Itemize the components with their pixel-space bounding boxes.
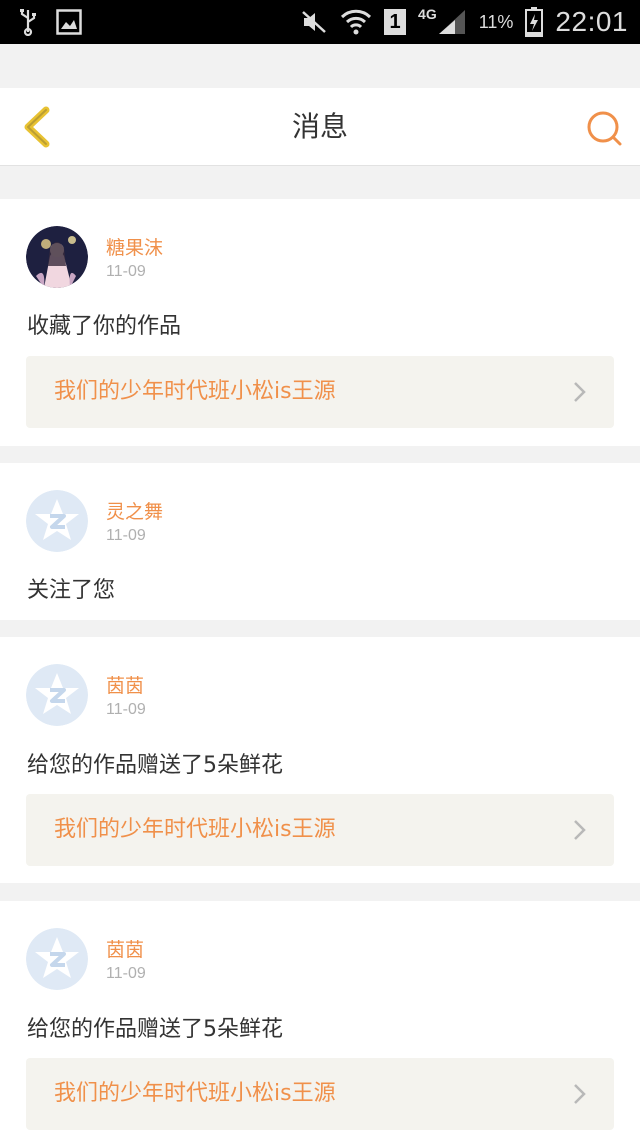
chevron-right-icon (574, 1084, 586, 1104)
work-title: 我们的少年时代班小松is王源 (54, 817, 336, 842)
message-date: 11-09 (106, 527, 146, 544)
username[interactable]: 茵茵 (106, 935, 144, 962)
message-action: 给您的作品赠送了5朵鲜花 (27, 1017, 283, 1042)
chevron-right-icon (574, 382, 586, 402)
work-link[interactable]: 我们的少年时代班小松is王源 (26, 794, 614, 866)
clock: 22:01 (555, 6, 628, 37)
username[interactable]: 灵之舞 (106, 497, 163, 524)
battery-percent: 11% (478, 11, 514, 32)
message-card: 茵茵 11-09 给您的作品赠送了5朵鲜花 我们的少年时代班小松is王源 (0, 901, 640, 1138)
work-title: 我们的少年时代班小松is王源 (54, 379, 336, 404)
message-date: 11-09 (106, 263, 146, 280)
message-card: 灵之舞 11-09 关注了您 (0, 463, 640, 620)
default-avatar-icon[interactable] (26, 928, 88, 990)
message-date: 11-09 (106, 965, 146, 982)
default-avatar-icon[interactable] (26, 664, 88, 726)
mute-icon (300, 9, 328, 35)
message-action: 收藏了你的作品 (27, 314, 182, 339)
wifi-icon (340, 8, 372, 36)
chevron-right-icon (574, 820, 586, 840)
message-action: 给您的作品赠送了5朵鲜花 (27, 753, 283, 778)
message-date: 11-09 (106, 701, 146, 718)
network-type: 4G (418, 6, 437, 22)
sim-slot-indicator: 1 (384, 9, 407, 35)
work-title: 我们的少年时代班小松is王源 (54, 1081, 336, 1106)
work-link[interactable]: 我们的少年时代班小松is王源 (26, 1058, 614, 1130)
signal-icon (437, 8, 467, 36)
search-icon[interactable] (582, 106, 626, 150)
message-card: 茵茵 11-09 给您的作品赠送了5朵鲜花 我们的少年时代班小松is王源 (0, 637, 640, 883)
gallery-icon (56, 9, 82, 35)
avatar[interactable] (26, 226, 88, 288)
status-bar: 1 4G 11% 22:01 (0, 0, 640, 44)
default-avatar-icon[interactable] (26, 490, 88, 552)
message-card: 糖果沫 11-09 收藏了你的作品 我们的少年时代班小松is王源 (0, 199, 640, 446)
page-title: 消息 (291, 110, 348, 143)
username[interactable]: 茵茵 (106, 671, 144, 698)
usb-icon (18, 8, 38, 36)
username[interactable]: 糖果沫 (106, 233, 163, 260)
message-action: 关注了您 (27, 578, 116, 603)
nav-header: 消息 (0, 88, 640, 166)
work-link[interactable]: 我们的少年时代班小松is王源 (26, 356, 614, 428)
battery-charging-icon (525, 7, 544, 37)
